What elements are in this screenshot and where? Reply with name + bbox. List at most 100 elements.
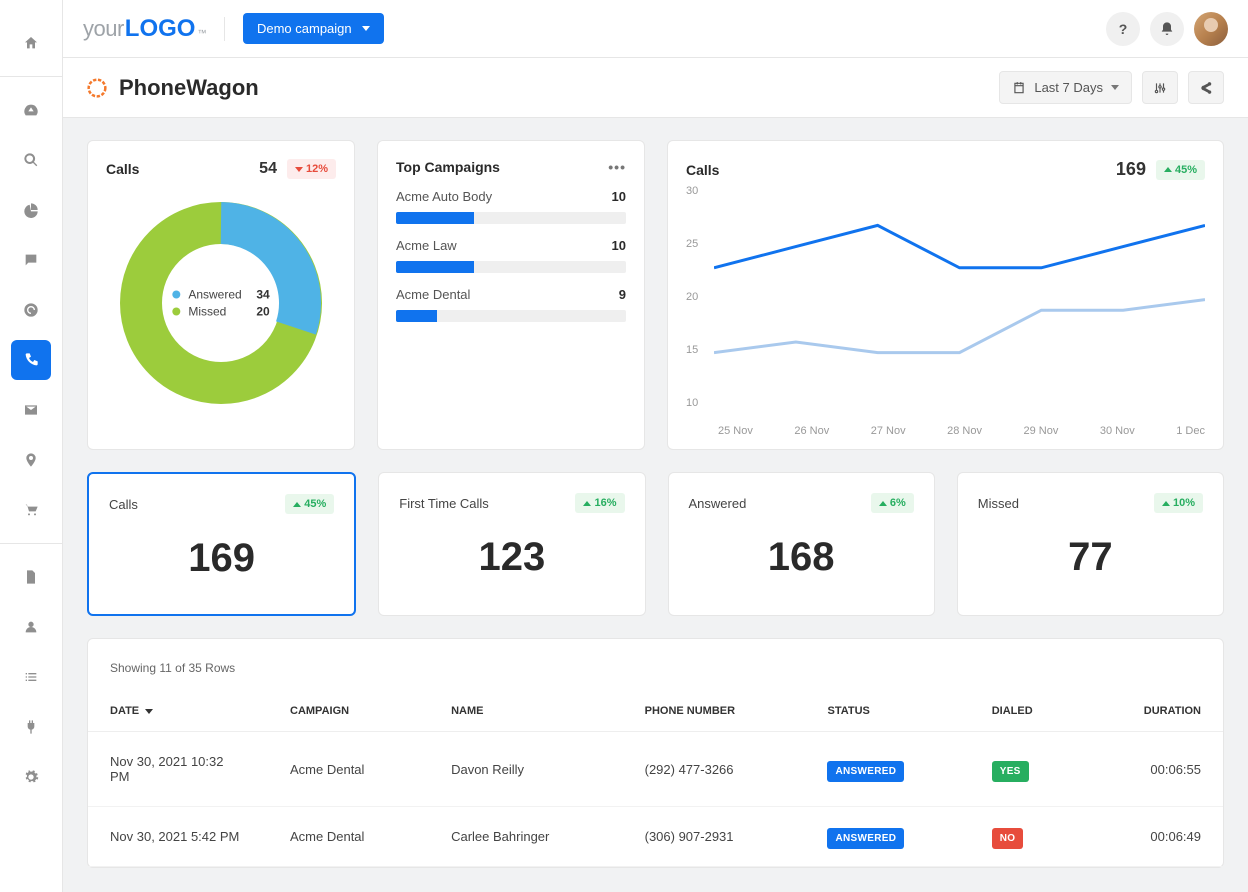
- logo-part2: LOGO: [125, 15, 196, 43]
- more-icon[interactable]: •••: [608, 159, 626, 175]
- stat-card-title: Answered: [689, 496, 747, 511]
- cell-name: Davon Reilly: [429, 732, 623, 807]
- cell-phone: (306) 907-2931: [623, 807, 806, 867]
- share-button[interactable]: [1188, 71, 1224, 104]
- line-chart: [714, 183, 1205, 403]
- legend-answered: Answered 34: [172, 288, 269, 302]
- stat-card[interactable]: Calls 45% 169: [87, 472, 356, 616]
- sidebar-item-settings[interactable]: [11, 757, 51, 797]
- stat-card-value: 169: [109, 536, 334, 581]
- cell-date: Nov 30, 2021 10:32 PM: [88, 732, 268, 807]
- calls-chart-card: Calls 169 45% 3025201510 25 Nov26 Nov27 …: [667, 140, 1224, 450]
- chart-title: Calls: [686, 162, 719, 178]
- col-duration[interactable]: DURATION: [1085, 691, 1223, 732]
- logo-tm: ™: [197, 28, 206, 38]
- target-icon: [23, 302, 39, 318]
- sidebar-item-tasks[interactable]: [11, 657, 51, 697]
- date-range-label: Last 7 Days: [1034, 80, 1103, 95]
- legend-missed: Missed 20: [172, 305, 269, 319]
- sidebar-item-target[interactable]: [11, 290, 51, 330]
- gear-icon: [23, 769, 39, 785]
- top-campaigns-card: Top Campaigns ••• Acme Auto Body 10 Acme…: [377, 140, 645, 450]
- sidebar-item-search[interactable]: [11, 140, 51, 180]
- logo[interactable]: your LOGO ™: [83, 15, 206, 43]
- cell-campaign: Acme Dental: [268, 732, 429, 807]
- stat-card-value: 123: [399, 535, 624, 580]
- stat-card-title: First Time Calls: [399, 496, 489, 511]
- col-campaign[interactable]: CAMPAIGN: [268, 691, 429, 732]
- content: Calls 54 12%: [63, 118, 1248, 892]
- sidebar-item-home[interactable]: [11, 23, 51, 63]
- search-icon: [23, 152, 39, 168]
- calls-change-badge: 12%: [287, 159, 336, 179]
- filter-button[interactable]: [1142, 71, 1178, 104]
- cell-name: Carlee Bahringer: [429, 807, 623, 867]
- bell-icon: [1159, 21, 1175, 37]
- sidebar-item-mail[interactable]: [11, 390, 51, 430]
- cell-duration: 00:06:55: [1085, 732, 1223, 807]
- sidebar-item-location[interactable]: [11, 440, 51, 480]
- sidebar-item-user[interactable]: [11, 607, 51, 647]
- help-icon: ?: [1119, 21, 1128, 37]
- stat-card[interactable]: First Time Calls 16% 123: [378, 472, 645, 616]
- home-icon: [23, 35, 39, 51]
- col-phone[interactable]: PHONE NUMBER: [623, 691, 806, 732]
- pie-icon: [23, 202, 39, 218]
- cell-date: Nov 30, 2021 5:42 PM: [88, 807, 268, 867]
- campaign-value: 9: [619, 287, 626, 302]
- legend-dot-answered: [172, 291, 180, 299]
- stat-card-value: 77: [978, 535, 1203, 580]
- phone-icon: [23, 352, 39, 368]
- calendar-icon: [1012, 81, 1026, 95]
- chart-y-axis: 3025201510: [686, 185, 698, 450]
- gauge-icon: [23, 102, 39, 118]
- stat-card-title: Calls: [109, 497, 138, 512]
- col-dialed[interactable]: DIALED: [970, 691, 1086, 732]
- sidebar-item-file[interactable]: [11, 557, 51, 597]
- stat-card[interactable]: Answered 6% 168: [668, 472, 935, 616]
- col-name[interactable]: NAME: [429, 691, 623, 732]
- calls-table-card: Showing 11 of 35 Rows DATE CAMPAIGN NAME…: [87, 638, 1224, 868]
- chevron-down-icon: [1111, 85, 1119, 90]
- sidebar-item-reports[interactable]: [11, 190, 51, 230]
- stat-card-change: 45%: [285, 494, 334, 514]
- campaign-item: Acme Law 10: [396, 238, 626, 273]
- calls-table: DATE CAMPAIGN NAME PHONE NUMBER STATUS D…: [88, 691, 1223, 867]
- tasks-icon: [23, 669, 39, 685]
- logo-part1: your: [83, 16, 124, 42]
- campaign-item: Acme Dental 9: [396, 287, 626, 322]
- sidebar-item-phone[interactable]: [11, 340, 51, 380]
- sidebar: [0, 0, 63, 892]
- sidebar-item-comments[interactable]: [11, 240, 51, 280]
- cell-dialed: YES: [970, 732, 1086, 807]
- campaign-bar: [396, 261, 626, 273]
- stat-card-change: 10%: [1154, 493, 1203, 513]
- sidebar-item-cart[interactable]: [11, 490, 51, 530]
- chart-change-badge: 45%: [1156, 160, 1205, 180]
- col-status[interactable]: STATUS: [805, 691, 969, 732]
- campaign-bar: [396, 310, 626, 322]
- cell-status: ANSWERED: [805, 807, 969, 867]
- sidebar-divider: [0, 543, 62, 544]
- campaign-name: Acme Law: [396, 238, 457, 253]
- campaign-item: Acme Auto Body 10: [396, 189, 626, 224]
- cell-phone: (292) 477-3266: [623, 732, 806, 807]
- campaign-dropdown[interactable]: Demo campaign: [243, 13, 384, 44]
- plug-icon: [23, 719, 39, 735]
- campaigns-title: Top Campaigns: [396, 159, 500, 175]
- table-row[interactable]: Nov 30, 2021 10:32 PM Acme Dental Davon …: [88, 732, 1223, 807]
- avatar[interactable]: [1194, 12, 1228, 46]
- calls-donut-card: Calls 54 12%: [87, 140, 355, 450]
- user-icon: [23, 619, 39, 635]
- campaign-name: Acme Auto Body: [396, 189, 492, 204]
- notifications-button[interactable]: [1150, 12, 1184, 46]
- col-date[interactable]: DATE: [88, 691, 268, 732]
- campaign-name: Acme Dental: [396, 287, 470, 302]
- help-button[interactable]: ?: [1106, 12, 1140, 46]
- date-range-button[interactable]: Last 7 Days: [999, 71, 1132, 104]
- page-title: PhoneWagon: [119, 75, 259, 101]
- sidebar-item-plugins[interactable]: [11, 707, 51, 747]
- table-row[interactable]: Nov 30, 2021 5:42 PM Acme Dental Carlee …: [88, 807, 1223, 867]
- sidebar-item-dashboard[interactable]: [11, 90, 51, 130]
- stat-card[interactable]: Missed 10% 77: [957, 472, 1224, 616]
